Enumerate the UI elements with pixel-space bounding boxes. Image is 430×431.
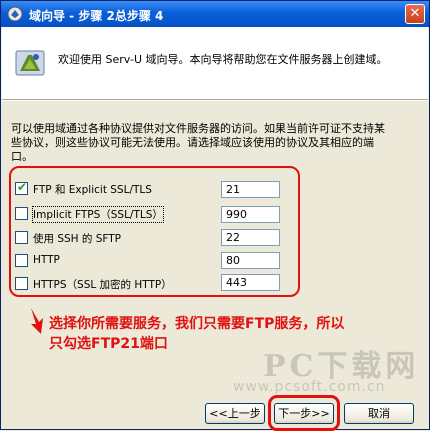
wizard-window: 域向导 - 步骤 2总步骤 4 ✕ 欢迎使用 Serv-U 域向导。本向导将帮助… [0, 0, 430, 431]
serv-u-app-icon [7, 6, 23, 22]
ftp-checkbox[interactable]: ✔ [15, 180, 28, 195]
sftp-checkbox[interactable] [15, 231, 28, 244]
next-button[interactable]: 下一步>> [274, 403, 334, 424]
annotation-line: 选择你所需要服务，我们只需要FTP服务，所以 [49, 316, 345, 332]
https-checkbox[interactable] [15, 277, 28, 290]
description-line: 可以使用域通过各种协议提供对文件服务器的访问。如果当前许可证不支持某 [11, 122, 385, 135]
implicit-ftps-checkbox[interactable] [15, 207, 28, 220]
window-title: 域向导 - 步骤 2总步骤 4 [29, 9, 164, 23]
arrow-down-icon [31, 308, 43, 334]
http-checkbox[interactable] [15, 254, 28, 267]
wizard-icon [15, 50, 45, 76]
description-line: 口。 [11, 150, 33, 163]
http-port-input[interactable] [221, 252, 280, 269]
https-label[interactable]: HTTPS（SSL 加密的 HTTP） [33, 277, 172, 292]
http-label[interactable]: HTTP [33, 254, 60, 266]
description-line: 些协议，则这些协议可能无法使用。请选择域应该使用的协议及其相应的端 [11, 136, 374, 149]
implicit-ftps-label[interactable]: Implicit FTPS（SSL/TLS） [32, 206, 164, 223]
header-welcome-text: 欢迎使用 Serv-U 域向导。本向导将帮助您在文件服务器上创建域。 [58, 53, 388, 66]
close-button[interactable]: ✕ [405, 4, 425, 24]
sftp-label[interactable]: 使用 SSH 的 SFTP [33, 231, 121, 246]
header-panel: 欢迎使用 Serv-U 域向导。本向导将帮助您在文件服务器上创建域。 [2, 27, 428, 99]
header-separator [2, 99, 428, 101]
sftp-port-input[interactable] [221, 229, 280, 246]
implicit-ftps-port-input[interactable] [221, 206, 280, 223]
protocol-description: 可以使用域通过各种协议提供对文件服务器的访问。如果当前许可证不支持某 些协议，则… [11, 122, 421, 164]
watermark-url: www.pcsoft.com.cn [233, 379, 386, 395]
ftp-label[interactable]: FTP 和 Explicit SSL/TLS [33, 182, 152, 197]
checkmark-icon: ✔ [17, 180, 28, 194]
title-bar[interactable]: 域向导 - 步骤 2总步骤 4 ✕ [1, 1, 429, 27]
cancel-button[interactable]: 取消 [344, 403, 414, 424]
ftp-port-input[interactable] [221, 181, 280, 198]
back-button[interactable]: <<上一步 [205, 403, 265, 424]
https-port-input[interactable] [221, 274, 280, 291]
close-icon: ✕ [409, 6, 421, 21]
